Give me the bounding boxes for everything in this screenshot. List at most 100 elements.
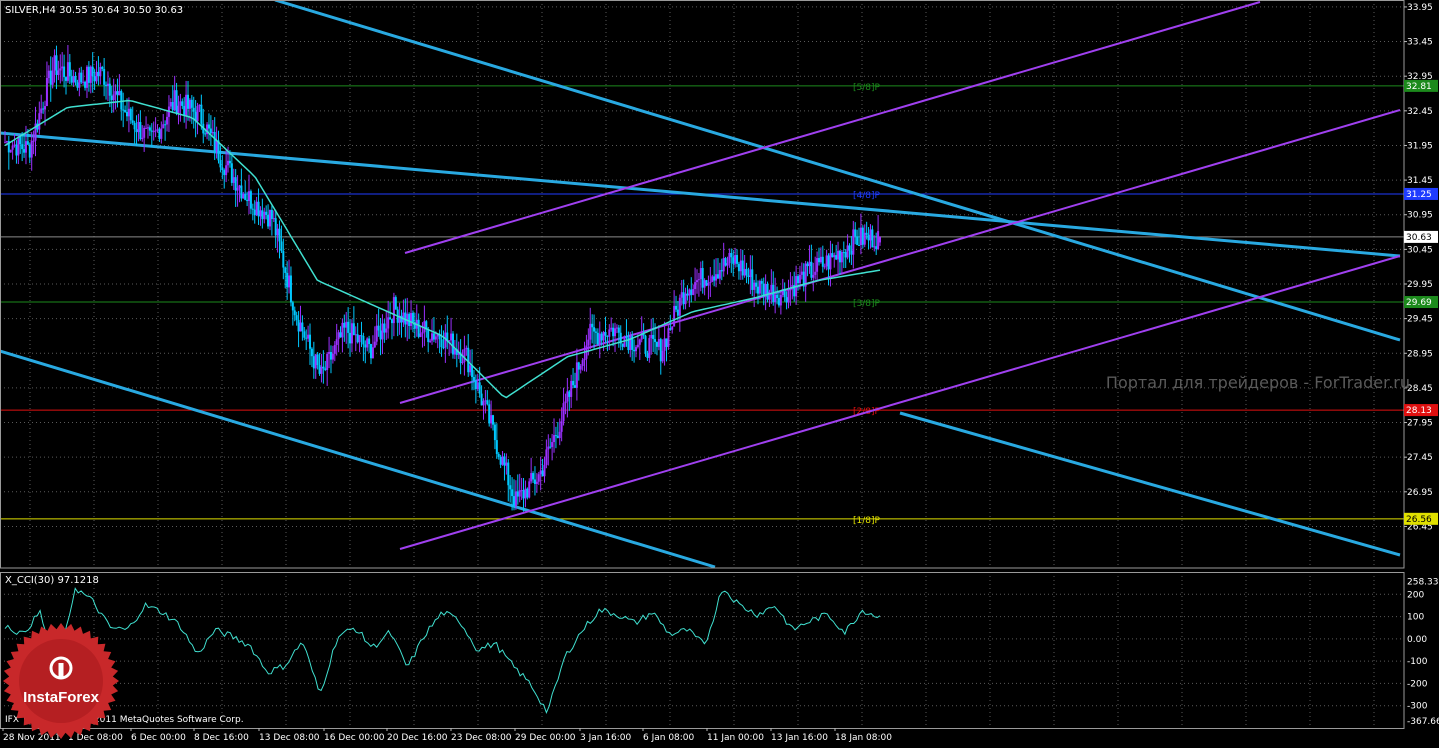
candle-body: [84, 82, 86, 88]
candle-body: [517, 491, 519, 496]
candle-body: [50, 71, 52, 85]
y-tick-label: 27.45: [1407, 453, 1433, 463]
candle-body: [856, 236, 858, 245]
candle-body: [645, 336, 647, 354]
candle-body: [322, 367, 324, 369]
candle-body: [353, 323, 355, 335]
candle-body: [282, 251, 284, 268]
y-tick-label: 31.95: [1407, 141, 1433, 151]
candle-body: [503, 456, 505, 465]
candle-body: [124, 110, 126, 112]
candle-body: [637, 345, 639, 347]
candle-body: [563, 403, 565, 421]
candle-body: [315, 354, 317, 368]
candle-body: [789, 289, 791, 290]
candle-body: [633, 350, 635, 351]
candle-body: [530, 473, 532, 481]
candle-body: [713, 276, 715, 280]
candle-body: [523, 490, 525, 498]
level-label: [4/8]P: [853, 191, 881, 201]
candle-body: [767, 284, 769, 300]
candle-body: [753, 283, 755, 290]
candle-body: [269, 210, 271, 227]
candle-body: [433, 333, 435, 339]
candle-body: [294, 310, 296, 315]
candle-body: [94, 76, 96, 81]
candle-body: [338, 332, 340, 339]
candle-body: [603, 332, 605, 340]
candle-body: [275, 218, 277, 235]
candle-body: [136, 129, 138, 132]
candle-body: [221, 167, 223, 170]
candle-body: [176, 90, 178, 113]
candle-body: [616, 328, 618, 329]
candle-body: [505, 463, 507, 466]
watermark: Портал для трейдеров - ForTrader.ru: [1106, 373, 1410, 392]
candle-body: [500, 457, 502, 465]
candle-body: [568, 391, 570, 397]
badge-brand: InstaForex: [23, 689, 100, 706]
candle-body: [82, 82, 84, 83]
candle-body: [376, 326, 378, 342]
cci-tick-label: -200: [1407, 679, 1428, 689]
candle-body: [860, 228, 862, 245]
candle-body: [528, 481, 530, 497]
candle-body: [265, 212, 267, 215]
candle-body: [850, 251, 852, 255]
candle-body: [732, 257, 734, 264]
candle-body: [38, 113, 40, 129]
candle-body: [341, 323, 343, 338]
candle-body: [189, 100, 191, 109]
candle-body: [364, 344, 366, 347]
candle-body: [19, 137, 21, 145]
candle-body: [406, 314, 408, 325]
candle-body: [559, 432, 561, 438]
candle-body: [40, 108, 42, 113]
candle-body: [534, 479, 536, 484]
candle-body: [656, 342, 658, 347]
y-tick-label: 28.45: [1407, 384, 1433, 394]
candle-body: [130, 109, 132, 121]
candle-body: [442, 347, 444, 348]
candle-body: [553, 435, 555, 442]
candle-body: [677, 310, 679, 316]
candle-body: [740, 261, 742, 272]
candle-body: [307, 335, 309, 339]
x-tick-label: 18 Jan 08:00: [835, 733, 892, 743]
candle-body: [143, 128, 145, 138]
y-tick-label: 32.45: [1407, 107, 1433, 117]
candle-body: [847, 245, 849, 257]
candle-body: [814, 272, 816, 275]
candle-body: [837, 251, 839, 260]
candle-body: [824, 266, 826, 267]
candle-body: [709, 282, 711, 283]
candle-body: [305, 338, 307, 339]
candle-body: [76, 82, 78, 87]
candle-body: [608, 329, 610, 336]
candle-body: [233, 177, 235, 183]
badge-seal-icon: [3, 623, 119, 739]
candle-body: [90, 67, 92, 83]
candle-body: [648, 338, 650, 358]
candle-body: [768, 292, 770, 300]
candle-body: [57, 70, 59, 74]
candle-body: [303, 331, 305, 337]
x-tick-label: 11 Jan 00:00: [707, 733, 764, 743]
y-tick-label: 30.45: [1407, 245, 1433, 255]
candle-body: [770, 285, 772, 292]
candle-body: [730, 253, 732, 257]
candle-body: [4, 142, 6, 143]
candle-body: [137, 122, 139, 132]
candle-body: [277, 229, 279, 236]
candle-body: [423, 321, 425, 332]
candle-body: [99, 67, 101, 76]
level-price-label: 32.81: [1406, 82, 1432, 92]
candle-body: [229, 161, 231, 163]
candle-body: [166, 117, 168, 125]
candle-body: [597, 333, 599, 344]
candle-body: [177, 106, 179, 113]
cci-tick-label: 200: [1407, 590, 1424, 600]
candle-body: [340, 332, 342, 337]
candle-body: [587, 340, 589, 346]
candle-body: [431, 333, 433, 340]
